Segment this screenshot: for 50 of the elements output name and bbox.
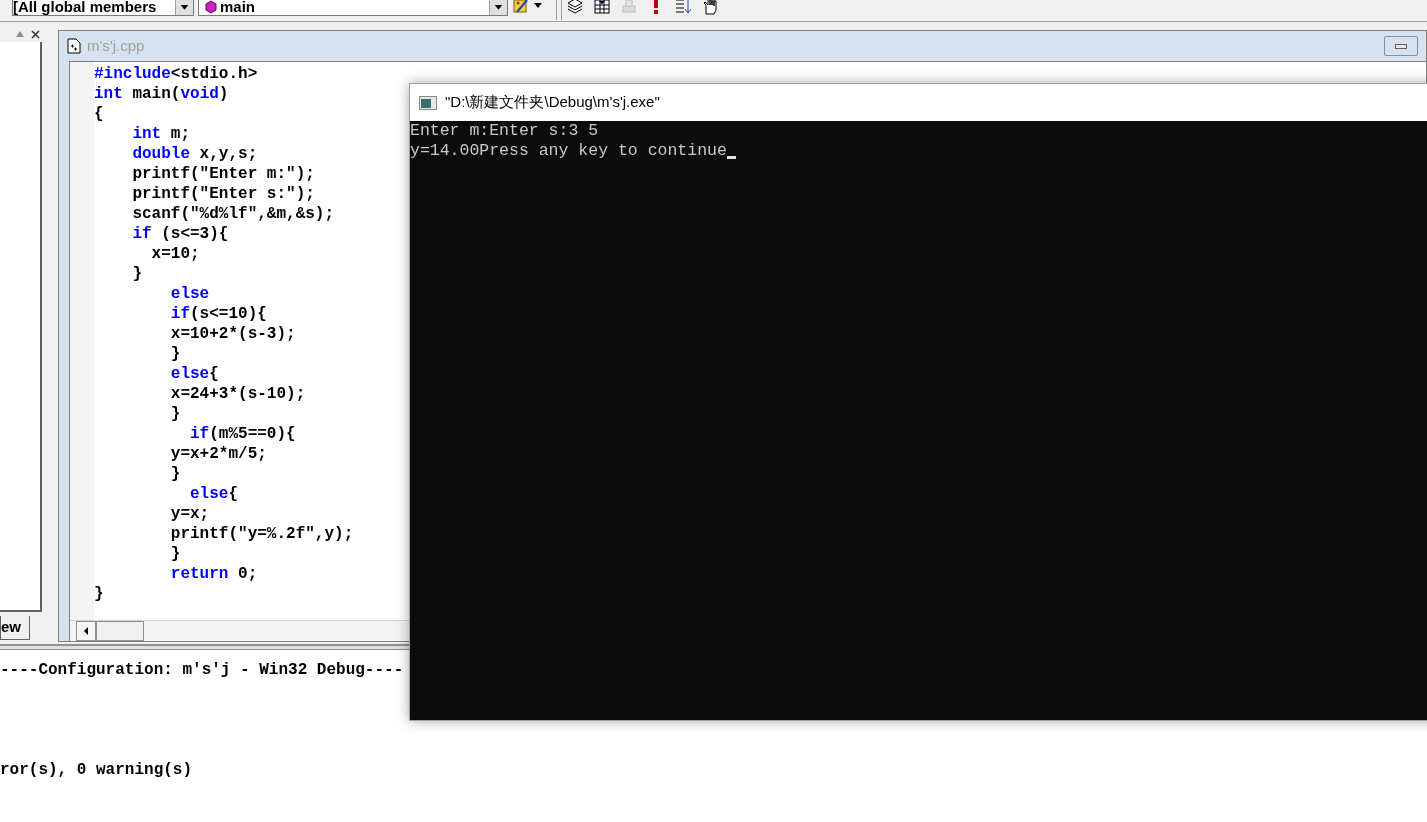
code-line: { [94, 104, 105, 124]
code-line: else{ [189, 484, 240, 504]
document-icon [67, 38, 81, 54]
code-line: else{ [169, 364, 220, 384]
workspace-tab[interactable]: ew [0, 616, 30, 640]
console-title: "D:\新建文件夹\Debug\m's'j.exe" [445, 92, 660, 113]
code-line: } [94, 584, 105, 604]
scroll-thumb[interactable] [96, 621, 144, 641]
hand-icon[interactable] [701, 0, 719, 15]
code-line: printf("y=%.2f",y); [169, 524, 354, 544]
close-icon[interactable] [29, 28, 42, 40]
code-line: } [169, 544, 182, 564]
books-icon[interactable] [566, 0, 584, 15]
code-line: printf("Enter m:"); [131, 164, 316, 184]
code-line: y=x+2*m/5; [169, 444, 268, 464]
wizard-icon[interactable] [512, 0, 530, 15]
code-line: double x,y,s; [131, 144, 259, 164]
code-line: } [169, 404, 182, 424]
code-line: #include<stdio.h> [94, 64, 259, 84]
console-icon [419, 95, 437, 110]
code-line: x=10+2*(s-3); [169, 324, 297, 344]
function-combo[interactable]: main [198, 0, 508, 16]
code-line: printf("Enter s:"); [131, 184, 316, 204]
code-line: int main(void) [94, 84, 230, 104]
code-line: } [131, 264, 143, 284]
restore-button[interactable] [1384, 36, 1418, 56]
code-line: x=24+3*(s-10); [169, 384, 307, 404]
cube-icon [205, 0, 217, 14]
code-line: if(m%5==0){ [189, 424, 297, 444]
text-cursor [726, 156, 736, 159]
code-line: int m; [131, 124, 192, 144]
console-line: y=14.00Press any key to continue [410, 141, 727, 161]
left-arrow-icon [83, 627, 89, 635]
grid-icon[interactable] [593, 0, 611, 15]
editor-title: m's'j.cpp [87, 35, 145, 56]
scope-combo[interactable]: [All global members [12, 0, 194, 16]
code-line: else [169, 284, 211, 304]
code-line: if(s<=10){ [169, 304, 268, 324]
code-line: if (s<=3){ [131, 224, 230, 244]
code-line: scanf("%d%lf",&m,&s); [131, 204, 336, 224]
scroll-left-button[interactable] [76, 621, 96, 641]
output-line: ----Configuration: m's'j - Win32 Debug---- [0, 660, 405, 680]
output-line: ror(s), 0 warning(s) [0, 760, 194, 780]
list-arrow-icon[interactable] [674, 0, 692, 15]
code-line: x=10; [150, 244, 201, 264]
code-line: } [169, 464, 182, 484]
code-line: } [169, 344, 182, 364]
code-line: y=x; [169, 504, 211, 524]
code-line: return 0; [169, 564, 259, 584]
console-line: Enter m:Enter s:3 5 [410, 121, 599, 141]
